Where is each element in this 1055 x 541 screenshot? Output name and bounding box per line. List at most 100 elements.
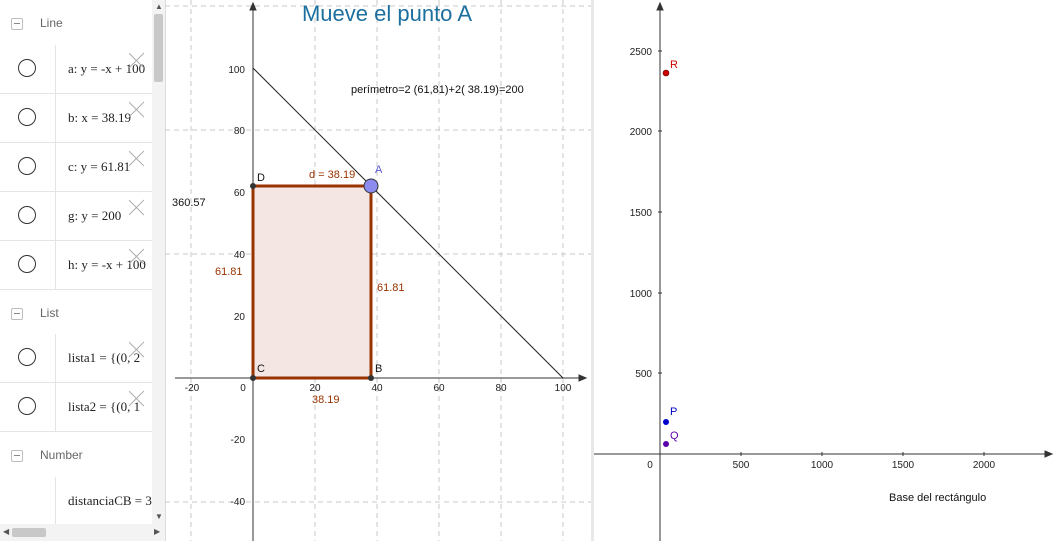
point-d-label: D: [257, 172, 265, 184]
point-b[interactable]: [368, 375, 374, 381]
visibility-toggle[interactable]: [0, 94, 56, 142]
x-tick-labels: 0 500 1000 1500 2000: [647, 460, 995, 471]
x-tick: 0: [240, 383, 246, 394]
visibility-toggle[interactable]: [0, 334, 56, 382]
scroll-down-icon[interactable]: ▼: [155, 512, 163, 521]
group-header-list[interactable]: List: [0, 290, 152, 339]
delete-icon[interactable]: [128, 51, 146, 69]
visibility-toggle[interactable]: [0, 383, 56, 431]
x-tick: -20: [185, 383, 200, 394]
x-tick: 20: [309, 383, 321, 394]
scroll-thumb[interactable]: [12, 528, 46, 537]
point-c-label: C: [257, 363, 265, 375]
delete-icon[interactable]: [128, 247, 146, 265]
graphics-view-2[interactable]: 0 500 1000 1500 2000 2500 2000 1500 1000…: [594, 0, 1055, 541]
point-d[interactable]: [250, 183, 256, 189]
delete-icon[interactable]: [128, 149, 146, 167]
y-tick: -20: [231, 435, 246, 446]
delete-icon[interactable]: [128, 198, 146, 216]
rectangle[interactable]: [251, 184, 373, 380]
point-r[interactable]: [662, 69, 670, 77]
horizontal-scrollbar[interactable]: ◀ ▶: [0, 524, 165, 541]
scroll-thumb[interactable]: [154, 14, 163, 82]
group-header-line[interactable]: Line: [0, 0, 152, 49]
visibility-circle-icon[interactable]: [18, 255, 36, 273]
algebra-row-b[interactable]: b: x = 38.19: [0, 94, 152, 143]
side-left-label: 61.81: [215, 266, 243, 278]
x-tick: 60: [433, 383, 445, 394]
point-q[interactable]: [663, 441, 669, 447]
y-tick: 60: [234, 188, 246, 199]
group-header-number[interactable]: Number: [0, 432, 152, 481]
algebra-row-c[interactable]: c: y = 61.81: [0, 143, 152, 192]
collapse-icon[interactable]: [11, 308, 23, 320]
x-tick: 1500: [892, 460, 915, 471]
group-label: List: [40, 306, 59, 320]
perimeter-text: perímetro=2 (61,81)+2( 38.19)=200: [351, 84, 524, 96]
y-tick: 20: [234, 312, 246, 323]
side-right-label: 61.81: [377, 282, 405, 294]
y-tick-labels: 2500 2000 1500 1000 500: [630, 47, 653, 380]
x-tick: 0: [647, 460, 653, 471]
collapse-icon[interactable]: [11, 450, 23, 462]
y-tick: 500: [635, 369, 652, 380]
group-label: Number: [40, 448, 83, 462]
algebra-row-h[interactable]: h: y = -x + 100: [0, 241, 152, 290]
x-tick: 1000: [811, 460, 834, 471]
scroll-right-icon[interactable]: ▶: [154, 527, 160, 536]
page-title: Mueve el punto A: [302, 1, 472, 26]
delete-icon[interactable]: [128, 340, 146, 358]
visibility-circle-icon[interactable]: [18, 206, 36, 224]
visibility-toggle: [0, 477, 56, 525]
y-tick: 1500: [630, 208, 653, 219]
algebra-row-a[interactable]: a: y = -x + 100: [0, 45, 152, 94]
point-p-label: P: [670, 406, 677, 418]
y-tick: 80: [234, 126, 246, 137]
x-tick: 2000: [973, 460, 996, 471]
y-tick: 2500: [630, 47, 653, 58]
point-a[interactable]: [363, 178, 379, 194]
algebra-view: Line a: y = -x + 100 b: x = 38.19 c: y =…: [0, 0, 166, 541]
x-tick: 500: [733, 460, 750, 471]
visibility-circle-icon[interactable]: [18, 157, 36, 175]
group-label: Line: [40, 16, 63, 30]
y-tick: 100: [228, 65, 245, 76]
distance-label: d = 38.19: [309, 169, 355, 181]
visibility-circle-icon[interactable]: [18, 397, 36, 415]
algebra-expression[interactable]: distanciaCB = 38.19: [68, 493, 152, 509]
delete-icon[interactable]: [128, 100, 146, 118]
visibility-toggle[interactable]: [0, 143, 56, 191]
point-a-label: A: [375, 164, 383, 176]
x-tick: 40: [371, 383, 383, 394]
side-bottom-label: 38.19: [312, 394, 340, 406]
y-tick: 40: [234, 250, 246, 261]
scroll-up-icon[interactable]: ▲: [155, 2, 163, 11]
point-p[interactable]: [663, 419, 669, 425]
y-tick: -40: [231, 497, 246, 508]
algebra-row-g[interactable]: g: y = 200: [0, 192, 152, 241]
y-tick-labels: 100 80 60 40 20 -20 -40: [228, 65, 245, 508]
visibility-toggle[interactable]: [0, 45, 56, 93]
point-c[interactable]: [250, 375, 256, 381]
graphics-view-1[interactable]: -20 0 20 40 60 80 100 100 80 60 40 20 -2…: [165, 0, 591, 541]
algebra-row-lista1[interactable]: lista1 = {(0, 2: [0, 334, 152, 383]
x-tick: 80: [495, 383, 507, 394]
visibility-toggle[interactable]: [0, 241, 56, 289]
x-axis-label: Base del rectángulo: [889, 492, 986, 504]
x-tick-labels: -20 0 20 40 60 80 100: [185, 383, 572, 394]
y-tick: 1000: [630, 289, 653, 300]
scroll-left-icon[interactable]: ◀: [3, 527, 9, 536]
visibility-toggle[interactable]: [0, 192, 56, 240]
visibility-circle-icon[interactable]: [18, 348, 36, 366]
delete-icon[interactable]: [128, 389, 146, 407]
visibility-circle-icon[interactable]: [18, 59, 36, 77]
visibility-circle-icon[interactable]: [18, 108, 36, 126]
offscreen-value: 360.57: [172, 197, 206, 209]
algebra-row-distanciaCB[interactable]: distanciaCB = 38.19: [0, 477, 152, 526]
y-tick: 2000: [630, 127, 653, 138]
algebra-row-lista2[interactable]: lista2 = {(0, 1: [0, 383, 152, 432]
x-tick: 100: [555, 383, 572, 394]
vertical-scrollbar[interactable]: ▲ ▼: [152, 0, 165, 524]
collapse-icon[interactable]: [11, 18, 23, 30]
point-b-label: B: [375, 363, 382, 375]
